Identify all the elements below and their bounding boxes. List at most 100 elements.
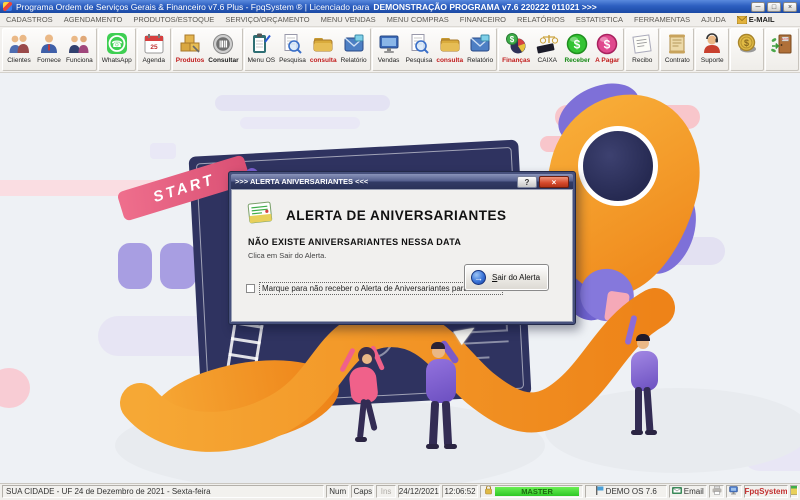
vendas-pesquisa-button[interactable]: Pesquisa [404, 30, 435, 66]
status-user: MASTER [480, 485, 583, 498]
master-user-badge: MASTER [495, 487, 579, 496]
toolbar-group-recibo: Recibo [625, 28, 659, 71]
envelope-icon [737, 16, 747, 24]
menu-produtos-estoque[interactable]: PRODUTOS/ESTOQUE [133, 15, 214, 24]
dialog-message: NÃO EXISTE ANIVERSARIANTES NESSA DATA [248, 237, 461, 247]
monitor-network-icon [729, 486, 740, 498]
status-brand: FpqSystem [744, 485, 788, 498]
toolbar-group-contrato: Contrato [660, 28, 694, 71]
menu-agendamento[interactable]: AGENDAMENTO [64, 15, 123, 24]
dialog-hint: Clica em Sair do Alerta. [248, 251, 326, 260]
consultar-button[interactable]: Consultar [206, 30, 240, 66]
fornece-button[interactable]: Fornece [34, 30, 64, 66]
vendas-relatorio-button[interactable]: Relatório [465, 30, 495, 66]
status-date: 24/12/2021 [398, 485, 440, 498]
suppress-alert-checkbox[interactable] [246, 284, 255, 293]
menu-cadastros[interactable]: CADASTROS [6, 15, 53, 24]
caixa-button[interactable]: CAIXA [532, 30, 562, 66]
folder-icon [310, 31, 336, 57]
search-doc-icon [406, 31, 432, 57]
status-calendar [790, 485, 798, 498]
status-email[interactable]: Email [669, 485, 707, 498]
os-pesquisa-button[interactable]: Pesquisa [277, 30, 308, 66]
products-icon [177, 31, 203, 57]
close-button[interactable]: × [783, 2, 797, 12]
printer-icon [712, 486, 722, 498]
status-network[interactable] [726, 485, 742, 498]
toolbar-group-vendas: Vendas Pesquisa consulta Relatório [372, 28, 498, 71]
clientes-button[interactable]: Clientes [4, 30, 34, 66]
support-icon [699, 31, 725, 57]
clients-icon [6, 31, 32, 57]
barcode-icon [210, 31, 236, 57]
vendas-button[interactable]: Vendas [374, 30, 404, 66]
alert-dialog-titlebar[interactable]: >>> ALERTA ANIVERSARIANTES <<< ? × [231, 174, 573, 189]
coin-icon: $ [734, 31, 760, 57]
toolbar-group-agenda: 25 Agenda [137, 28, 171, 71]
receipt-icon [629, 31, 655, 57]
sair-do-alerta-button[interactable]: → Sair do Alerta [464, 264, 549, 291]
toolbar-group-people: Clientes Fornece Funciona [2, 28, 97, 71]
menu-email[interactable]: E-MAIL [737, 15, 775, 24]
whatsapp-icon: ☎ [104, 31, 130, 57]
vendas-consulta-button[interactable]: consulta [434, 30, 465, 66]
toolbar: Clientes Fornece Funciona ☎ WhatsApp 25 … [0, 27, 800, 73]
status-ins: Ins [376, 485, 395, 498]
menu-email-label: E-MAIL [749, 15, 775, 24]
minimize-button[interactable]: ─ [751, 2, 765, 12]
maximize-button[interactable]: □ [767, 2, 781, 12]
toolbar-group-os: Menu OS Pesquisa consulta Relatório [244, 28, 371, 71]
mail-report-icon [341, 31, 367, 57]
whatsapp-button[interactable]: ☎ WhatsApp [100, 30, 134, 66]
menu-estatistica[interactable]: ESTATISTICA [576, 15, 623, 24]
suporte-button[interactable]: Suporte [697, 30, 727, 66]
financas-button[interactable]: $ Finanças [500, 30, 532, 66]
flag-icon [595, 486, 604, 498]
produtos-button[interactable]: Produtos [174, 30, 207, 66]
svg-text:$: $ [604, 38, 611, 52]
finance-pie-icon: $ [503, 31, 529, 57]
menu-menu-vendas[interactable]: MENU VENDAS [321, 15, 376, 24]
menu-ajuda[interactable]: AJUDA [701, 15, 726, 24]
search-doc-icon [279, 31, 305, 57]
exit-button[interactable]: EXIT [767, 30, 797, 58]
dialog-heading: ALERTA DE ANIVERSARIANTES [286, 208, 507, 223]
contrato-button[interactable]: Contrato [662, 30, 692, 66]
mail-report-icon [467, 31, 493, 57]
dialog-help-button[interactable]: ? [517, 176, 537, 188]
agenda-button[interactable]: 25 Agenda [139, 30, 169, 66]
menu-financeiro[interactable]: FINANCEIRO [460, 15, 506, 24]
svg-text:$: $ [574, 38, 581, 52]
clipboard-icon [248, 31, 274, 57]
cash-scale-icon [534, 31, 560, 57]
status-printer[interactable] [709, 485, 725, 498]
menu-ferramentas[interactable]: FERRAMENTAS [634, 15, 690, 24]
employees-icon [66, 31, 92, 57]
menubar: CADASTROS AGENDAMENTO PRODUTOS/ESTOQUE S… [0, 13, 800, 27]
svg-text:EXIT: EXIT [782, 37, 789, 41]
alert-dialog: >>> ALERTA ANIVERSARIANTES <<< ? × [228, 171, 576, 325]
a-pagar-button[interactable]: $ A Pagar [592, 30, 622, 66]
application-window: Programa Ordem de Serviços Gerais & Fina… [0, 0, 800, 500]
status-location: SUA CIDADE - UF 24 de Dezembro de 2021 -… [2, 485, 324, 498]
window-title-license: DEMONSTRAÇÃO PROGRAMA v7.6 220222 011021… [373, 2, 596, 12]
toolbar-group-whatsapp: ☎ WhatsApp [98, 28, 136, 71]
menu-relatorios[interactable]: RELATÓRIOS [517, 15, 565, 24]
status-num: Num [326, 485, 349, 498]
statusbar: SUA CIDADE - UF 24 de Dezembro de 2021 -… [0, 483, 800, 500]
svg-text:☎: ☎ [111, 40, 122, 50]
main-workspace: START [0, 73, 800, 483]
os-relatorio-button[interactable]: Relatório [339, 30, 369, 66]
funciona-button[interactable]: Funciona [64, 30, 95, 66]
receber-button[interactable]: $ Receber [562, 30, 592, 66]
coin-button[interactable]: $ [732, 30, 762, 58]
app-icon [3, 2, 12, 11]
status-demo: DEMO OS 7.6 [585, 485, 667, 498]
recibo-button[interactable]: Recibo [627, 30, 657, 66]
menu-menu-compras[interactable]: MENU COMPRAS [387, 15, 449, 24]
os-consulta-button[interactable]: consulta [308, 30, 339, 66]
menu-servico-orcamento[interactable]: SERVIÇO/ORÇAMENTO [225, 15, 309, 24]
contract-icon [664, 31, 690, 57]
dialog-close-button[interactable]: × [539, 176, 569, 188]
menu-os-button[interactable]: Menu OS [246, 30, 277, 66]
